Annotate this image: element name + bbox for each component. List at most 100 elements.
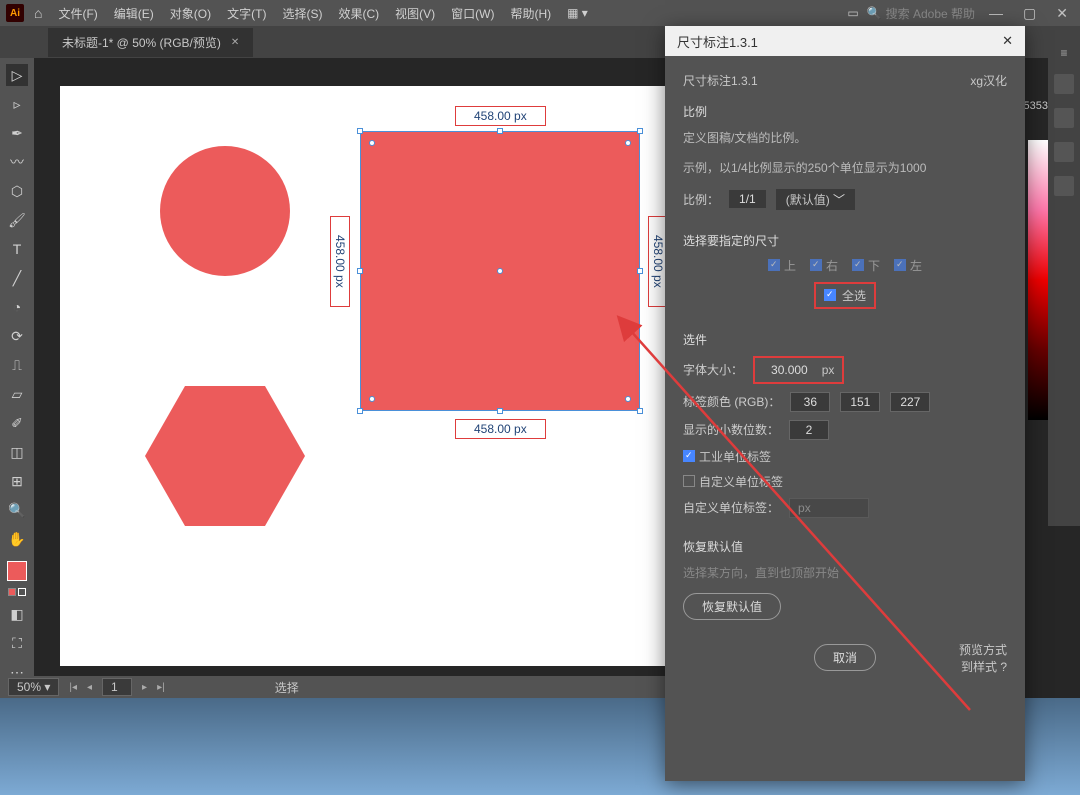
workspace-switcher-icon[interactable]: ▦ ▾ xyxy=(561,6,594,20)
home-icon[interactable]: ⌂ xyxy=(28,5,48,21)
line-tool[interactable]: ╱ xyxy=(6,267,28,289)
panel-icon[interactable] xyxy=(1054,176,1074,196)
side-left-checkbox[interactable]: 左 xyxy=(894,257,922,274)
zoom-tool[interactable]: 🔍 xyxy=(6,499,28,521)
color-spectrum[interactable] xyxy=(1028,140,1048,420)
scale-desc-1: 定义图稿/文档的比例。 xyxy=(683,128,1007,148)
font-size-input[interactable]: 30.000 xyxy=(763,361,816,379)
app-logo: Ai xyxy=(6,4,24,22)
app-menubar: Ai ⌂ 文件(F) 编辑(E) 对象(O) 文字(T) 选择(S) 效果(C)… xyxy=(0,0,1080,26)
color-r-input[interactable]: 36 xyxy=(790,392,830,412)
color-label: 标签颜色 (RGB)： xyxy=(683,393,780,410)
cancel-button[interactable]: 取消 xyxy=(814,644,876,671)
tab-close-icon[interactable]: ✕ xyxy=(231,37,239,48)
shape-circle[interactable] xyxy=(160,146,290,276)
dimension-label-top: 458.00 px xyxy=(455,106,546,126)
side-top-checkbox[interactable]: 上 xyxy=(768,257,796,274)
pen-tool[interactable]: ✒ xyxy=(6,122,28,144)
reset-button[interactable]: 恢复默认值 xyxy=(683,593,781,620)
ratio-value[interactable]: 1/1 xyxy=(729,190,766,208)
menu-object[interactable]: 对象(O) xyxy=(164,5,217,22)
menu-edit[interactable]: 编辑(E) xyxy=(108,5,160,22)
center-point[interactable] xyxy=(497,268,503,274)
screen-mode-icon[interactable]: ⛶ xyxy=(6,632,28,654)
selection-tool[interactable]: ▷ xyxy=(6,64,28,86)
decimals-input[interactable]: 2 xyxy=(789,420,829,440)
menu-help[interactable]: 帮助(H) xyxy=(504,5,557,22)
draw-mode-icon[interactable]: ◧ xyxy=(6,603,28,625)
anchor-point[interactable] xyxy=(369,396,375,402)
selection-handle[interactable] xyxy=(357,408,363,414)
selection-handle[interactable] xyxy=(497,128,503,134)
panel-menu-icon[interactable]: ≡ xyxy=(1060,46,1067,60)
selection-handle[interactable] xyxy=(497,408,503,414)
mini-swatch-none[interactable] xyxy=(18,588,26,596)
panel-header: 尺寸标注1.3.1 ✕ xyxy=(665,26,1025,56)
selection-handle[interactable] xyxy=(637,268,643,274)
width-tool[interactable]: ⎍ xyxy=(6,354,28,376)
artboard-tool[interactable]: ⊞ xyxy=(6,470,28,492)
panel-icon[interactable] xyxy=(1054,142,1074,162)
hand-tool[interactable]: ✋ xyxy=(6,528,28,550)
reset-desc: 选择某方向，直到也顶部开始 xyxy=(683,563,1007,583)
side-bottom-checkbox[interactable]: 下 xyxy=(852,257,880,274)
dimension-label-bottom: 458.00 px xyxy=(455,419,546,439)
menu-select[interactable]: 选择(S) xyxy=(276,5,328,22)
zoom-select[interactable]: 50% ▾ xyxy=(8,678,59,696)
shape-square-selected[interactable] xyxy=(360,131,640,411)
menu-view[interactable]: 视图(V) xyxy=(389,5,441,22)
free-transform-tool[interactable]: ▱ xyxy=(6,383,28,405)
custom-unit-checkbox[interactable]: 自定义单位标签 xyxy=(683,473,783,490)
last-artboard-icon[interactable]: ▸| xyxy=(157,682,165,693)
selection-handle[interactable] xyxy=(357,268,363,274)
window-maximize-icon[interactable]: ▢ xyxy=(1017,5,1042,22)
direct-selection-tool[interactable]: ▹ xyxy=(6,93,28,115)
brush-tool[interactable]: 🖌 xyxy=(6,209,28,231)
document-title: 未标题-1* @ 50% (RGB/预览) xyxy=(62,34,221,51)
menu-file[interactable]: 文件(F) xyxy=(52,5,103,22)
artboard-number[interactable]: 1 xyxy=(102,678,132,696)
menu-type[interactable]: 文字(T) xyxy=(221,5,272,22)
eyedropper-tool[interactable]: ✐ xyxy=(6,412,28,434)
color-b-input[interactable]: 227 xyxy=(890,392,930,412)
share-icon[interactable]: ▭ xyxy=(847,6,858,20)
industrial-unit-checkbox[interactable]: 工业单位标签 xyxy=(683,448,771,465)
anchor-point[interactable] xyxy=(369,140,375,146)
mini-swatch[interactable] xyxy=(8,588,16,596)
shape-hexagon[interactable] xyxy=(145,386,305,526)
color-g-input[interactable]: 151 xyxy=(840,392,880,412)
current-tool-label: 选择 xyxy=(275,679,299,696)
right-panel-strip: ≡ xyxy=(1048,26,1080,526)
next-artboard-icon[interactable]: ▸ xyxy=(142,682,147,693)
custom-unit-field-label: 自定义单位标签： xyxy=(683,499,779,516)
panel-icon[interactable] xyxy=(1054,74,1074,94)
font-size-unit: px xyxy=(822,363,835,377)
section-reset-title: 恢复默认值 xyxy=(683,538,1007,555)
search-box[interactable]: 🔍 搜索 Adobe 帮助 xyxy=(867,5,975,22)
side-right-checkbox[interactable]: 右 xyxy=(810,257,838,274)
rectangle-tool[interactable]: ⬡ xyxy=(6,180,28,202)
fill-swatch[interactable] xyxy=(7,561,27,581)
selection-handle[interactable] xyxy=(637,128,643,134)
selection-handle[interactable] xyxy=(357,128,363,134)
anchor-point[interactable] xyxy=(625,396,631,402)
window-minimize-icon[interactable]: — xyxy=(983,5,1009,21)
curvature-tool[interactable]: 〰 xyxy=(6,151,28,173)
type-tool[interactable]: T xyxy=(6,238,28,260)
anchor-point[interactable] xyxy=(625,140,631,146)
menu-window[interactable]: 窗口(W) xyxy=(445,5,500,22)
panel-icon[interactable] xyxy=(1054,108,1074,128)
menu-effect[interactable]: 效果(C) xyxy=(332,5,385,22)
selection-handle[interactable] xyxy=(637,408,643,414)
window-close-icon[interactable]: ✕ xyxy=(1050,5,1074,22)
select-all-checkbox[interactable]: 全选 xyxy=(814,282,876,309)
prev-artboard-icon[interactable]: ◂ xyxy=(87,682,92,693)
panel-close-icon[interactable]: ✕ xyxy=(1002,33,1013,49)
first-artboard-icon[interactable]: |◂ xyxy=(69,682,77,693)
font-size-label: 字体大小： xyxy=(683,361,743,378)
document-tab[interactable]: 未标题-1* @ 50% (RGB/预览) ✕ xyxy=(48,28,253,57)
shape-builder-tool[interactable]: ◔ xyxy=(6,296,28,318)
gradient-tool[interactable]: ◫ xyxy=(6,441,28,463)
ratio-default-select[interactable]: (默认值) ﹀ xyxy=(776,189,855,210)
rotate-tool[interactable]: ⟳ xyxy=(6,325,28,347)
